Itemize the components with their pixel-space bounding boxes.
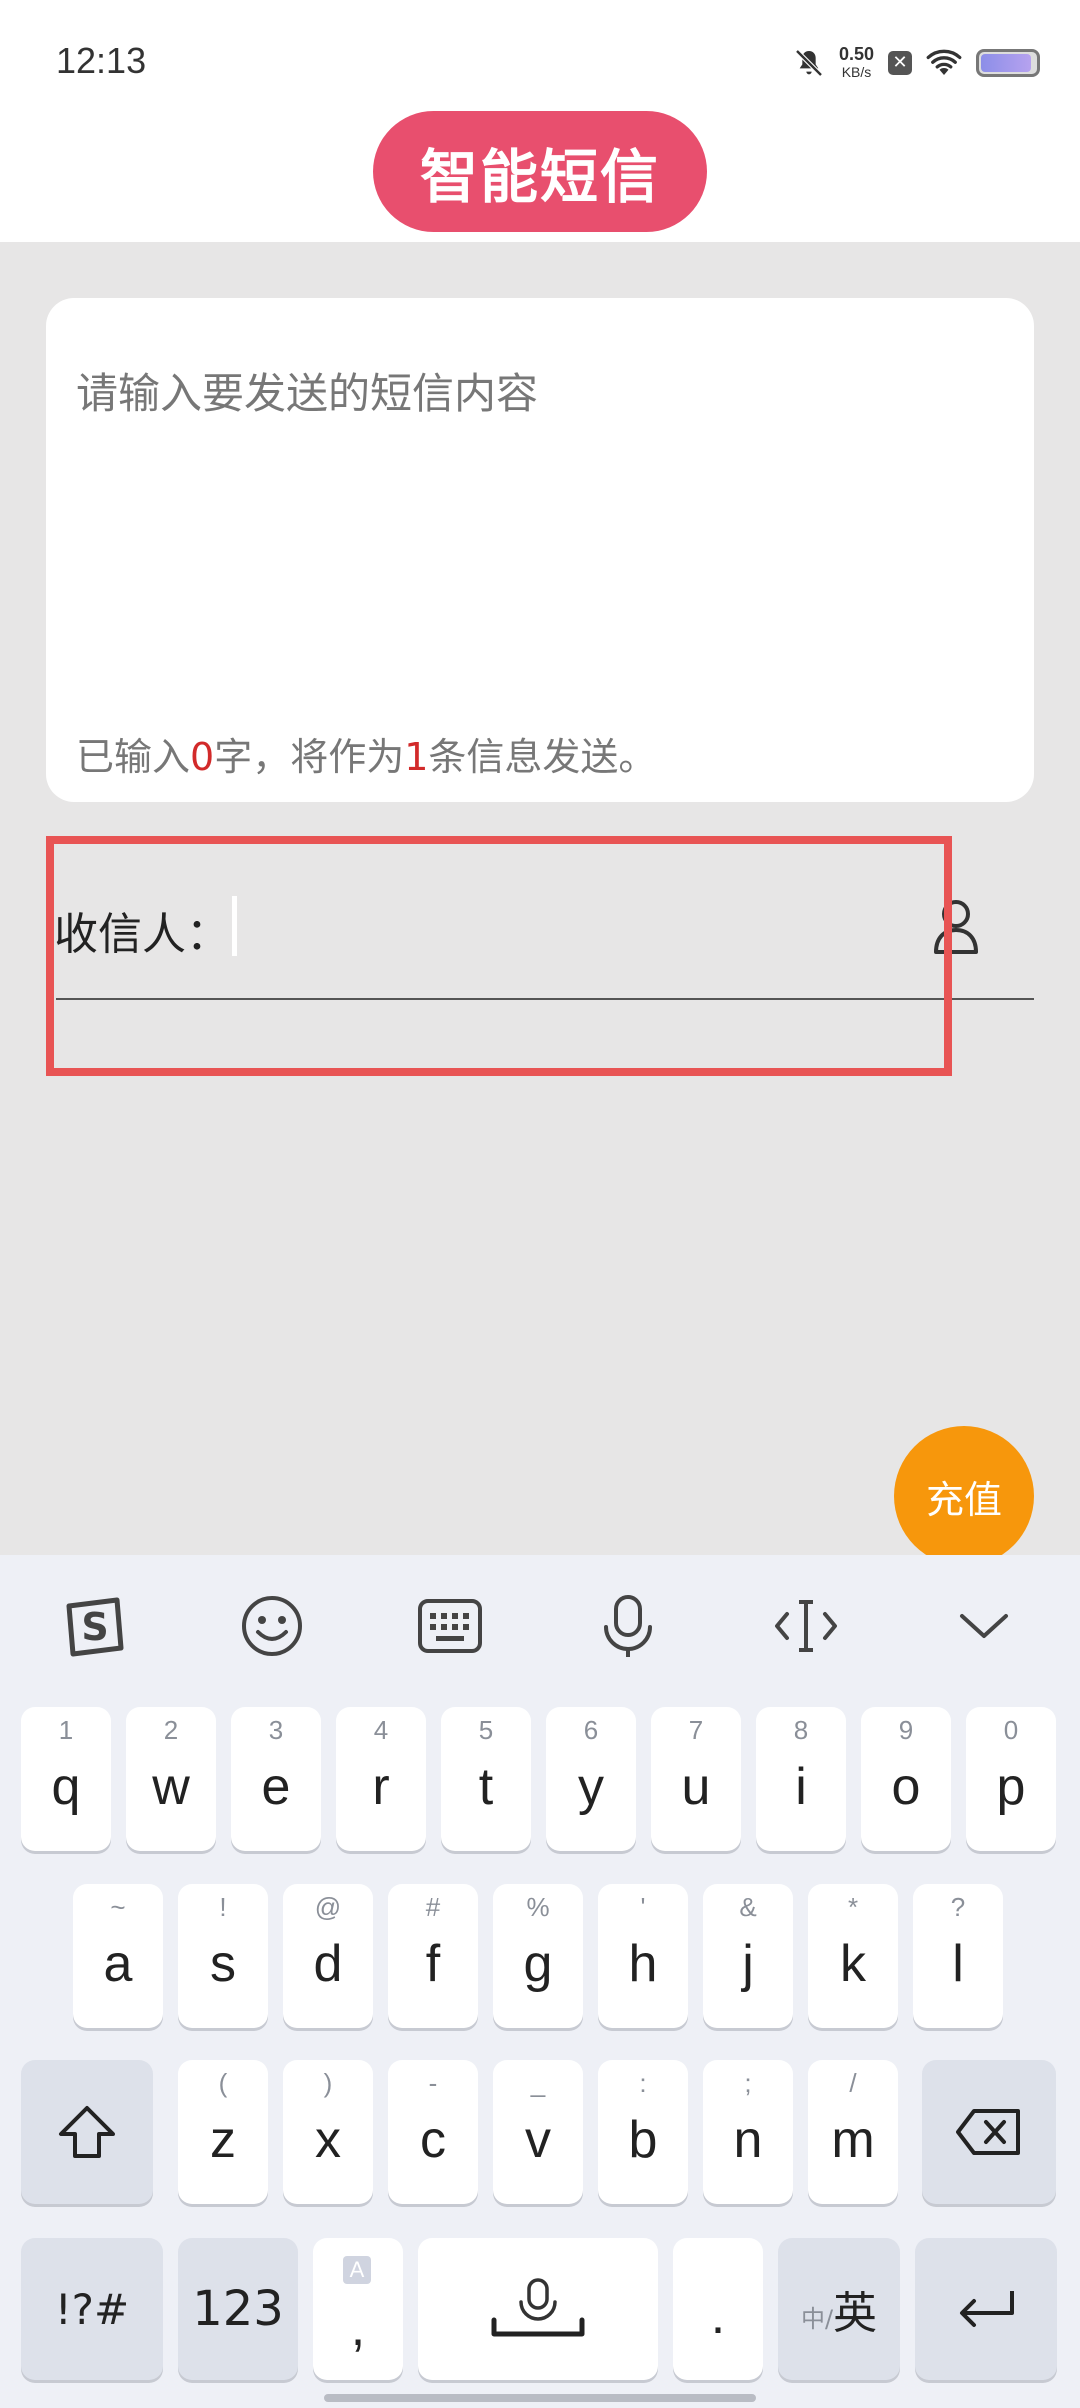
key-z[interactable]: (z	[178, 2060, 268, 2204]
emoji-icon[interactable]	[232, 1594, 312, 1658]
language-toggle-key[interactable]: 中/英	[778, 2238, 900, 2380]
key-s[interactable]: ! s	[178, 1884, 268, 2028]
key-j[interactable]: & j	[703, 1884, 793, 2028]
sogou-logo-icon[interactable]: S	[54, 1594, 134, 1658]
key-r[interactable]: 4r	[336, 1707, 426, 1851]
net-speed: 0.50 KB/s	[838, 44, 874, 80]
key-e[interactable]: 3e	[231, 1707, 321, 1851]
char-counter: 已输入0字，将作为1条信息发送。	[76, 735, 657, 779]
svg-text:S: S	[81, 1605, 108, 1649]
shift-key[interactable]	[21, 2060, 153, 2204]
key-i[interactable]: 8i	[756, 1707, 846, 1851]
status-icons: 0.50 KB/s ✕	[793, 38, 1040, 88]
key-u[interactable]: 7u	[651, 1707, 741, 1851]
key-l[interactable]: ? l	[913, 1884, 1003, 2028]
message-count: 1	[404, 735, 429, 779]
comma-hint: A	[343, 2256, 371, 2284]
enter-key[interactable]	[915, 2238, 1057, 2380]
wifi-icon	[926, 49, 962, 75]
keyboard-icon[interactable]	[410, 1594, 490, 1658]
numbers-key[interactable]: 123	[178, 2238, 298, 2380]
comma-key[interactable]: A ,	[313, 2238, 403, 2380]
shift-icon	[21, 2060, 153, 2204]
key-a[interactable]: ~ a	[73, 1884, 163, 2028]
home-indicator[interactable]	[324, 2394, 756, 2402]
key-w[interactable]: 2w	[126, 1707, 216, 1851]
key-q[interactable]: 1q	[21, 1707, 111, 1851]
sim-disabled-icon: ✕	[888, 51, 912, 75]
backspace-key[interactable]	[922, 2060, 1056, 2204]
key-v[interactable]: _ v	[493, 2060, 583, 2204]
space-key[interactable]	[418, 2238, 658, 2380]
key-d[interactable]: @ d	[283, 1884, 373, 2028]
key-t[interactable]: 5t	[441, 1707, 531, 1851]
key-o[interactable]: 9o	[861, 1707, 951, 1851]
key-n[interactable]: ; n	[703, 2060, 793, 2204]
key-y[interactable]: 6y	[546, 1707, 636, 1851]
symbols-key[interactable]: !?#	[21, 2238, 163, 2380]
microphone-icon[interactable]	[588, 1594, 668, 1658]
key-f[interactable]: # f	[388, 1884, 478, 2028]
key-p[interactable]: 0p	[966, 1707, 1056, 1851]
message-placeholder: 请输入要发送的短信内容	[76, 369, 539, 418]
battery-icon	[976, 49, 1040, 77]
backspace-icon	[922, 2060, 1056, 2204]
status-time: 12:13	[56, 40, 147, 81]
page-title: 智能短信	[373, 111, 707, 232]
bell-off-icon	[795, 49, 823, 77]
cursor-move-icon[interactable]	[766, 1594, 846, 1658]
enter-icon	[915, 2238, 1057, 2380]
char-count: 0	[190, 735, 215, 779]
key-b[interactable]: :b	[598, 2060, 688, 2204]
period-key[interactable]: .	[673, 2238, 763, 2380]
recharge-button[interactable]: 充值	[894, 1426, 1034, 1566]
collapse-keyboard-icon[interactable]	[944, 1594, 1024, 1658]
key-m[interactable]: / m	[808, 2060, 898, 2204]
key-c[interactable]: -c	[388, 2060, 478, 2204]
highlight-box	[46, 836, 952, 1076]
key-g[interactable]: % g	[493, 1884, 583, 2028]
key-h[interactable]: ' h	[598, 1884, 688, 2028]
key-k[interactable]: * k	[808, 1884, 898, 2028]
space-mic-icon	[418, 2238, 658, 2380]
key-x[interactable]: ) x	[283, 2060, 373, 2204]
